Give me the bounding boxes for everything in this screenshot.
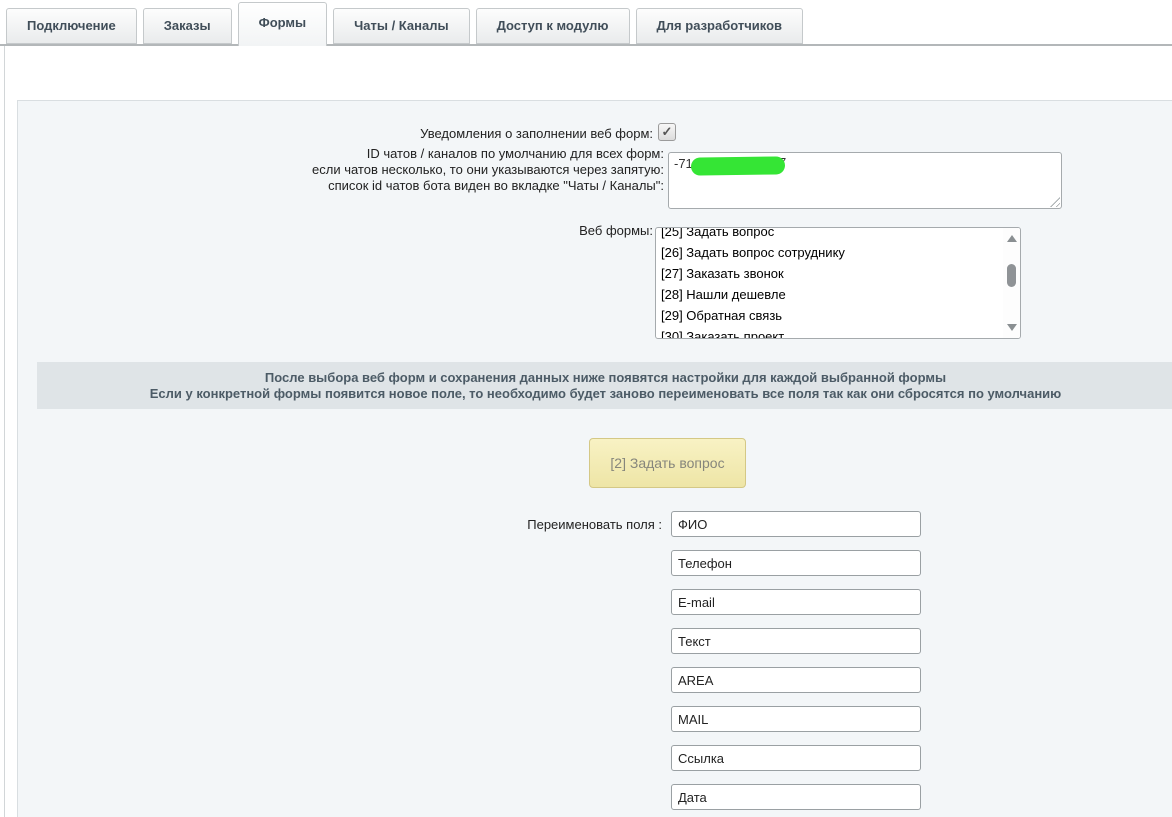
content-area: Уведомления о заполнении веб форм: ✓ ID …	[4, 46, 1172, 817]
tab-strip: Подключение Заказы Формы Чаты / Каналы Д…	[0, 0, 1172, 44]
rename-field-input-telefon[interactable]	[671, 550, 921, 576]
webform-option[interactable]: [30] Заказать проект	[661, 326, 1003, 339]
tab-dlya-razrabotchikov[interactable]: Для разработчиков	[636, 8, 804, 44]
tab-strip-divider	[0, 44, 1172, 46]
scroll-up-icon[interactable]	[1007, 235, 1017, 242]
chat-ids-field-wrap: -71 7	[668, 152, 1062, 209]
check-icon: ✓	[662, 124, 673, 139]
rename-field-input-data[interactable]	[671, 784, 921, 810]
webform-option[interactable]: [25] Задать вопрос	[661, 227, 1003, 242]
notifications-checkbox[interactable]: ✓	[658, 123, 676, 141]
rename-fields-label: Переименовать поля :	[18, 517, 662, 532]
rename-field-input-area[interactable]	[671, 667, 921, 693]
notice-line1: После выбора веб форм и сохранения данны…	[265, 370, 946, 386]
notice-line2: Если у конкретной формы появится новое п…	[150, 386, 1062, 402]
tab-chaty-kanaly[interactable]: Чаты / Каналы	[333, 8, 469, 44]
chat-ids-label: ID чатов / каналов по умолчанию для всех…	[18, 146, 664, 194]
tab-formy[interactable]: Формы	[238, 2, 328, 46]
rename-field-input-ssylka[interactable]	[671, 745, 921, 771]
listbox-scrollbar[interactable]	[1003, 228, 1020, 338]
notifications-label: Уведомления о заполнении веб форм:	[18, 126, 653, 141]
rename-field-input-fio[interactable]	[671, 511, 921, 537]
webforms-listbox[interactable]: [25] Задать вопрос [26] Задать вопрос со…	[655, 227, 1021, 339]
tab-dostup-k-modulyu[interactable]: Доступ к модулю	[476, 8, 630, 44]
scrollbar-thumb[interactable]	[1007, 264, 1016, 287]
redaction-marker	[691, 156, 785, 175]
settings-panel: Уведомления о заполнении веб форм: ✓ ID …	[17, 100, 1172, 817]
tab-list: Подключение Заказы Формы Чаты / Каналы Д…	[6, 8, 803, 46]
webform-option[interactable]: [26] Задать вопрос сотруднику	[661, 242, 1003, 263]
chat-ids-label-line3: список id чатов бота виден во вкладке "Ч…	[18, 178, 664, 194]
chat-ids-label-line1: ID чатов / каналов по умолчанию для всех…	[18, 146, 664, 162]
rename-field-input-mail[interactable]	[671, 706, 921, 732]
chat-ids-label-line2: если чатов несколько, то они указываются…	[18, 162, 664, 178]
selected-form-button[interactable]: [2] Задать вопрос	[589, 438, 746, 488]
webform-option[interactable]: [27] Заказать звонок	[661, 263, 1003, 284]
scroll-down-icon[interactable]	[1007, 324, 1017, 331]
rename-field-input-tekst[interactable]	[671, 628, 921, 654]
tab-zakazy[interactable]: Заказы	[143, 8, 232, 44]
webform-option[interactable]: [29] Обратная связь	[661, 305, 1003, 326]
webforms-options: [25] Задать вопрос [26] Задать вопрос со…	[656, 227, 1003, 339]
webforms-label: Веб формы:	[18, 223, 653, 238]
rename-field-input-email[interactable]	[671, 589, 921, 615]
webform-option[interactable]: [28] Нашли дешевле	[661, 284, 1003, 305]
tab-podklyuchenie[interactable]: Подключение	[6, 8, 137, 44]
notice-bar: После выбора веб форм и сохранения данны…	[37, 362, 1172, 409]
